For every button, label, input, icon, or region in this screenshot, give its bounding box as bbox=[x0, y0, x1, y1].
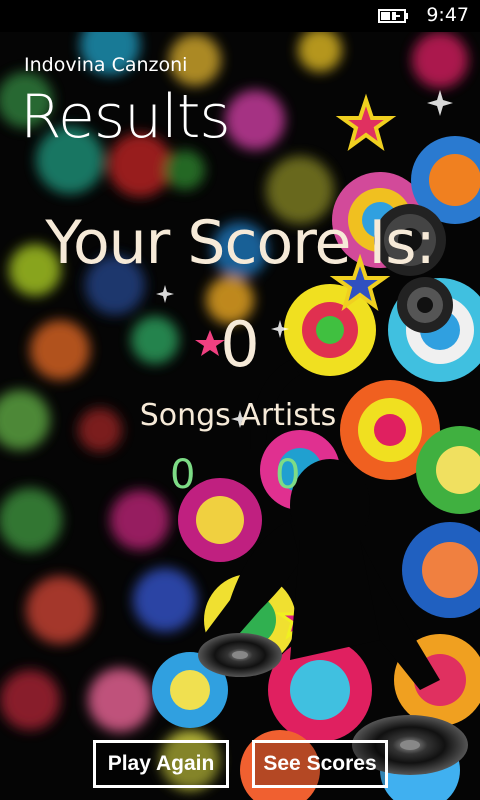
see-scores-button[interactable]: See Scores bbox=[252, 740, 388, 788]
songs-artists-label: Songs Artists bbox=[139, 398, 337, 433]
score-value: 0 bbox=[220, 308, 260, 381]
app-title: Indovina Canzoni bbox=[24, 54, 188, 76]
score-heading: Your Score Is: bbox=[45, 208, 435, 278]
play-again-button[interactable]: Play Again bbox=[93, 740, 229, 788]
status-bar: 9:47 bbox=[0, 0, 480, 32]
battery-charging-icon bbox=[378, 9, 408, 23]
artists-count: 0 bbox=[275, 452, 301, 498]
songs-count: 0 bbox=[170, 452, 196, 498]
screen: 9:47 Indovina Canzoni Results Your Score… bbox=[0, 0, 480, 800]
status-time: 9:47 bbox=[426, 4, 469, 26]
page-title: Results bbox=[20, 82, 231, 152]
